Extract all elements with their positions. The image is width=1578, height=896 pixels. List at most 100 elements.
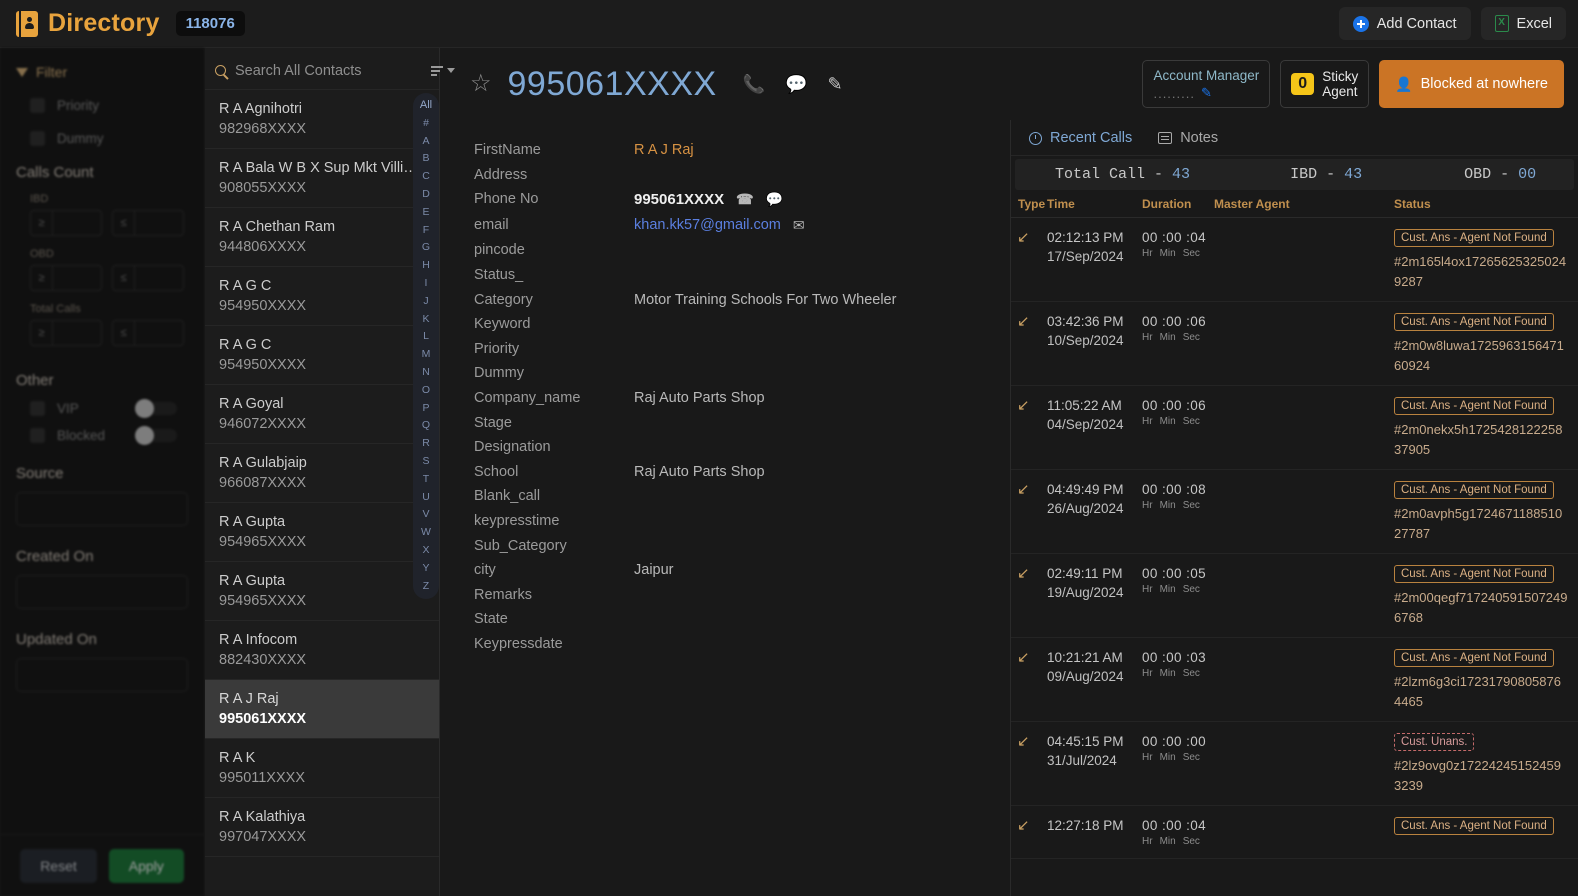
list-item[interactable]: R A G C 954950XXXX [205, 267, 439, 326]
alphabet-index-item[interactable]: F [423, 222, 429, 240]
detail-field-label: Priority [474, 340, 520, 357]
list-item[interactable]: R A Gupta 954965XXXX [205, 562, 439, 621]
reset-button[interactable]: Reset [20, 848, 97, 883]
alphabet-index-item[interactable]: Q [422, 417, 430, 435]
list-item[interactable]: R A K 995011XXXX [205, 739, 439, 798]
checkbox-icon[interactable] [30, 131, 45, 146]
apply-button[interactable]: Apply [108, 848, 184, 883]
sms-icon[interactable]: 💬 [766, 191, 783, 208]
favorite-star-icon[interactable]: ☆ [470, 72, 492, 96]
add-contact-button[interactable]: Add Contact [1338, 7, 1471, 40]
range-min-total[interactable]: ≥ [30, 320, 102, 346]
call-icon[interactable]: 📞 [743, 75, 765, 93]
alphabet-index-item[interactable]: I [425, 275, 428, 293]
table-row[interactable]: ↙ 04:49:49 PM 26/Aug/2024 00 :00 :08 Hr Min Se… [1011, 470, 1578, 554]
alphabet-index-item[interactable]: D [422, 186, 430, 204]
alphabet-index-item[interactable]: U [422, 489, 430, 507]
created-on-input[interactable] [16, 575, 188, 609]
alphabet-index-item[interactable]: N [422, 364, 430, 382]
alphabet-index-item[interactable]: E [422, 204, 429, 222]
list-item[interactable]: R A Kalathiya 997047XXXX [205, 798, 439, 857]
filter-toggle-blocked[interactable]: Blocked [30, 426, 188, 445]
checkbox-icon[interactable] [30, 428, 45, 443]
alphabet-index-item[interactable]: B [422, 150, 429, 168]
alphabet-index-item[interactable]: L [423, 328, 429, 346]
call-duration: 00 :00 :03 [1142, 650, 1207, 665]
alphabet-index-item[interactable]: W [421, 524, 431, 542]
list-item[interactable]: R A Agnihotri 982968XXXX [205, 90, 439, 149]
sticky-agent-box[interactable]: 0 Sticky Agent [1280, 60, 1370, 108]
toggle-switch[interactable] [135, 426, 177, 445]
blocked-status-button[interactable]: 👤 Blocked at nowhere [1379, 60, 1564, 108]
incoming-call-icon: ↙ [1017, 481, 1030, 498]
calls-count-title: Calls Count [16, 164, 94, 181]
table-row[interactable]: ↙ 12:27:18 PM 00 :00 :04 Hr Min Sec Cust. Ans … [1011, 806, 1578, 859]
sms-icon[interactable]: 💬 [785, 75, 807, 93]
tab-recent-calls[interactable]: Recent Calls [1029, 130, 1132, 146]
list-item[interactable]: R A Chethan Ram 944806XXXX [205, 208, 439, 267]
list-item[interactable]: R A Bala W B X Sup Mkt Villivak… 908055XX… [205, 149, 439, 208]
filter-toggle-vip[interactable]: VIP [30, 399, 188, 418]
alphabet-index-item[interactable]: Z [423, 578, 429, 596]
filter-sidebar: Filter Priority Dummy Calls Count IBD ≥ … [0, 48, 205, 896]
table-row[interactable]: ↙ 10:21:21 AM 09/Aug/2024 00 :00 :03 Hr Min Se… [1011, 638, 1578, 722]
alphabet-index-item[interactable]: R [422, 435, 430, 453]
sort-control[interactable] [431, 65, 455, 76]
list-item[interactable]: R A Gupta 954965XXXX [205, 503, 439, 562]
alphabet-index-item[interactable]: P [422, 400, 429, 418]
contact-phone: 944806XXXX [219, 239, 307, 255]
mail-icon[interactable]: ✉ [793, 217, 805, 234]
checkbox-icon[interactable] [30, 401, 45, 416]
alphabet-index-item[interactable]: V [422, 506, 429, 524]
alphabet-index-item[interactable]: X [422, 542, 429, 560]
list-item[interactable]: R A Gulabjaip 966087XXXX [205, 444, 439, 503]
table-row[interactable]: ↙ 02:49:11 PM 19/Aug/2024 00 :00 :05 Hr Min Se… [1011, 554, 1578, 638]
list-item[interactable]: R A Infocom 882430XXXX [205, 621, 439, 680]
alphabet-index-item[interactable]: A [422, 133, 429, 151]
range-min-obd[interactable]: ≥ [30, 265, 102, 291]
duration-unit: Hr [1142, 668, 1153, 679]
alphabet-index-item[interactable]: J [423, 293, 428, 311]
call-icon[interactable]: ☎ [736, 191, 753, 208]
alphabet-index-item[interactable]: C [422, 168, 430, 186]
alphabet-index-item[interactable]: G [422, 239, 430, 257]
calls-group-label-total: Total Calls [30, 303, 81, 315]
alphabet-index-item[interactable]: All [420, 97, 432, 115]
edit-icon[interactable]: ✎ [1201, 85, 1212, 101]
range-max-ibd[interactable]: ≤ [112, 210, 184, 236]
list-item[interactable]: R A J Raj 995061XXXX [205, 680, 439, 739]
updated-on-input[interactable] [16, 658, 188, 692]
call-duration: 00 :00 :00 [1142, 734, 1207, 749]
duration-unit: Sec [1182, 416, 1200, 427]
alphabet-index-item[interactable]: Y [422, 560, 429, 578]
alphabet-index-item[interactable]: K [422, 311, 429, 329]
toggle-switch[interactable] [135, 399, 177, 418]
duration-units: Hr Min Sec [1142, 751, 1214, 765]
list-item[interactable]: R A Goyal 946072XXXX [205, 385, 439, 444]
edit-icon[interactable]: ✎ [828, 75, 843, 93]
search-input[interactable] [235, 62, 422, 79]
tab-notes[interactable]: Notes [1158, 130, 1218, 146]
alphabet-index-item[interactable]: # [423, 115, 429, 133]
table-row[interactable]: ↙ 02:12:13 PM 17/Sep/2024 00 :00 :04 Hr Min Se… [1011, 218, 1578, 302]
range-max-total[interactable]: ≤ [112, 320, 184, 346]
checkbox-icon[interactable] [30, 98, 45, 113]
alphabet-index-item[interactable]: S [422, 453, 429, 471]
table-row[interactable]: ↙ 03:42:36 PM 10/Sep/2024 00 :00 :06 Hr Min Se… [1011, 302, 1578, 386]
alphabet-index-item[interactable]: M [422, 346, 431, 364]
account-manager-box[interactable]: Account Manager ......... ✎ [1142, 60, 1271, 108]
filter-checkbox-priority[interactable]: Priority [30, 98, 188, 113]
table-row[interactable]: ↙ 04:45:15 PM 31/Jul/2024 00 :00 :00 Hr Min Se… [1011, 722, 1578, 806]
filter-checkbox-dummy[interactable]: Dummy [30, 131, 188, 146]
alphabet-index-item[interactable]: O [422, 382, 430, 400]
alphabet-index-item[interactable]: H [422, 257, 430, 275]
range-min-ibd[interactable]: ≥ [30, 210, 102, 236]
list-item[interactable]: R A G C 954950XXXX [205, 326, 439, 385]
excel-export-button[interactable]: X Excel [1480, 7, 1566, 40]
email-link[interactable]: khan.kk57@gmail.com [634, 217, 781, 233]
alphabet-index[interactable]: All # A B C D E F G H I J K L M N O P Q R S T U V W X Y Z [413, 93, 439, 600]
source-input[interactable] [16, 492, 188, 526]
table-row[interactable]: ↙ 11:05:22 AM 04/Sep/2024 00 :00 :06 Hr Min Se… [1011, 386, 1578, 470]
alphabet-index-item[interactable]: T [423, 471, 429, 489]
range-max-obd[interactable]: ≤ [112, 265, 184, 291]
